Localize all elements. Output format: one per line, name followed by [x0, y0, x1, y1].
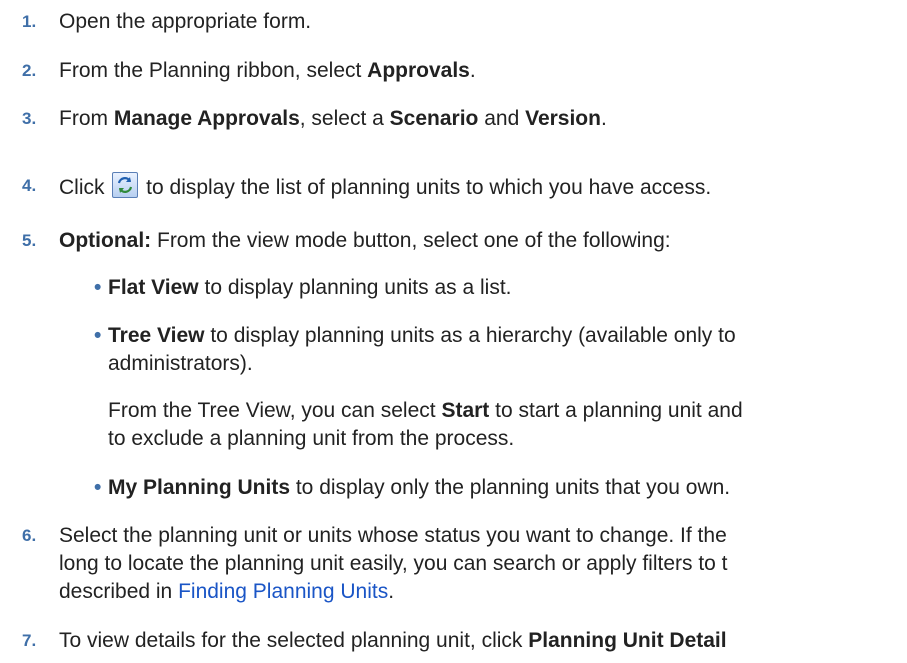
bullet-text: administrators). [108, 352, 253, 375]
bullet-text: Tree View to display planning units as a… [108, 322, 736, 349]
ui-term-approvals: Approvals [367, 59, 470, 82]
step-number: 1. [22, 12, 37, 31]
refresh-icon[interactable] [112, 172, 139, 198]
ui-term-planning-unit-detail: Planning Unit Detail [528, 629, 727, 652]
text-run: . [600, 107, 607, 130]
text-run: to display the list of planning units to… [140, 176, 712, 199]
step-text: Optional: From the view mode button, sel… [59, 227, 671, 254]
text-run: From [59, 107, 114, 130]
note-text: From the Tree View, you can select Start… [108, 397, 743, 424]
step-text: long to locate the planning unit easily,… [59, 552, 728, 575]
step-number: 6. [22, 526, 37, 545]
step-text: From the Planning ribbon, select Approva… [59, 57, 476, 84]
ui-term-flat-view: Flat View [108, 276, 199, 299]
step-text: To view details for the selected plannin… [59, 627, 727, 654]
step-number: 5. [22, 231, 37, 250]
text-run: Click [59, 176, 111, 199]
text-run: to display only the planning units that … [290, 476, 731, 499]
text-run: , select a [299, 107, 390, 130]
bullet-text: Flat View to display planning units as a… [108, 274, 512, 301]
step-text: From Manage Approvals, select a Scenario… [59, 105, 607, 132]
ui-term-start: Start [441, 399, 490, 422]
ui-term-manage-approvals: Manage Approvals [113, 107, 300, 130]
step-number: 7. [22, 631, 37, 650]
step-text: Open the appropriate form. [59, 10, 312, 33]
text-run: to display planning units as a hierarchy… [204, 324, 736, 347]
procedure-document: 1. Open the appropriate form. 2. From th… [0, 0, 907, 663]
bullet-marker: • [94, 324, 102, 347]
step-number: 3. [22, 109, 37, 128]
bullet-text: My Planning Units to display only the pl… [108, 474, 730, 501]
ui-term-tree-view: Tree View [108, 324, 205, 347]
optional-label: Optional: [59, 229, 152, 252]
ui-term-version: Version [525, 107, 601, 130]
text-run: to display planning units as a list. [198, 276, 512, 299]
step-number: 4. [22, 176, 37, 195]
ui-term-scenario: Scenario [389, 107, 479, 130]
text-run: To view details for the selected plannin… [59, 629, 529, 652]
text-run: described in [59, 580, 179, 603]
text-run: . [469, 59, 476, 82]
step-number: 2. [22, 61, 37, 80]
bullet-marker: • [94, 276, 102, 299]
text-run: . [388, 580, 395, 603]
step-text: Click to display the list of planning un… [59, 172, 711, 201]
text-run: and [478, 107, 526, 130]
text-run: From the view mode button, select one of… [151, 229, 671, 252]
ui-term-my-planning-units: My Planning Units [108, 476, 291, 499]
text-run: to start a planning unit and [489, 399, 743, 422]
bullet-marker: • [94, 476, 102, 499]
text-run: From the Planning ribbon, select [59, 59, 368, 82]
text-run: From the Tree View, you can select [108, 399, 442, 422]
step-text: Select the planning unit or units whose … [59, 524, 727, 547]
finding-planning-units-link[interactable]: Finding Planning Units [178, 580, 388, 603]
step-text: described in Finding Planning Units. [59, 578, 394, 605]
note-text: to exclude a planning unit from the proc… [108, 427, 515, 450]
